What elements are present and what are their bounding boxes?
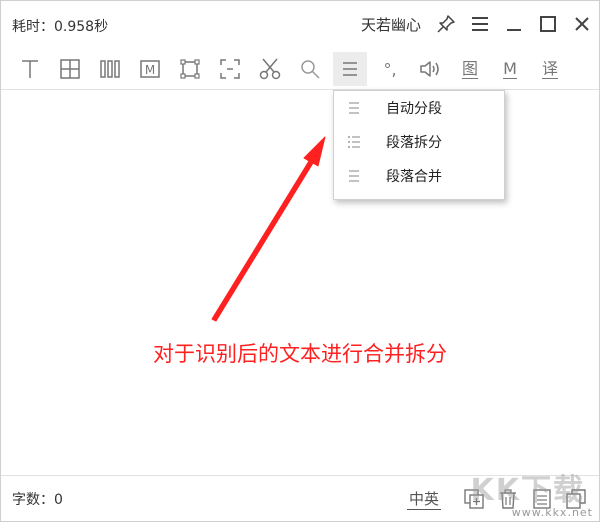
char-count: 字数：0	[12, 492, 63, 508]
app-window: 耗时：0.958秒 天若幽心 M °, 图 M 译 自动分段 段落拆分 段落合并…	[0, 0, 600, 522]
annotation-text: 对于识别后的文本进行合并拆分	[153, 342, 447, 366]
watermark-logo: KK下载	[470, 473, 585, 508]
watermark-url: www.kkx.net	[511, 506, 593, 519]
language-toggle[interactable]: 中英	[406, 488, 441, 510]
annotation-arrow	[211, 136, 326, 322]
